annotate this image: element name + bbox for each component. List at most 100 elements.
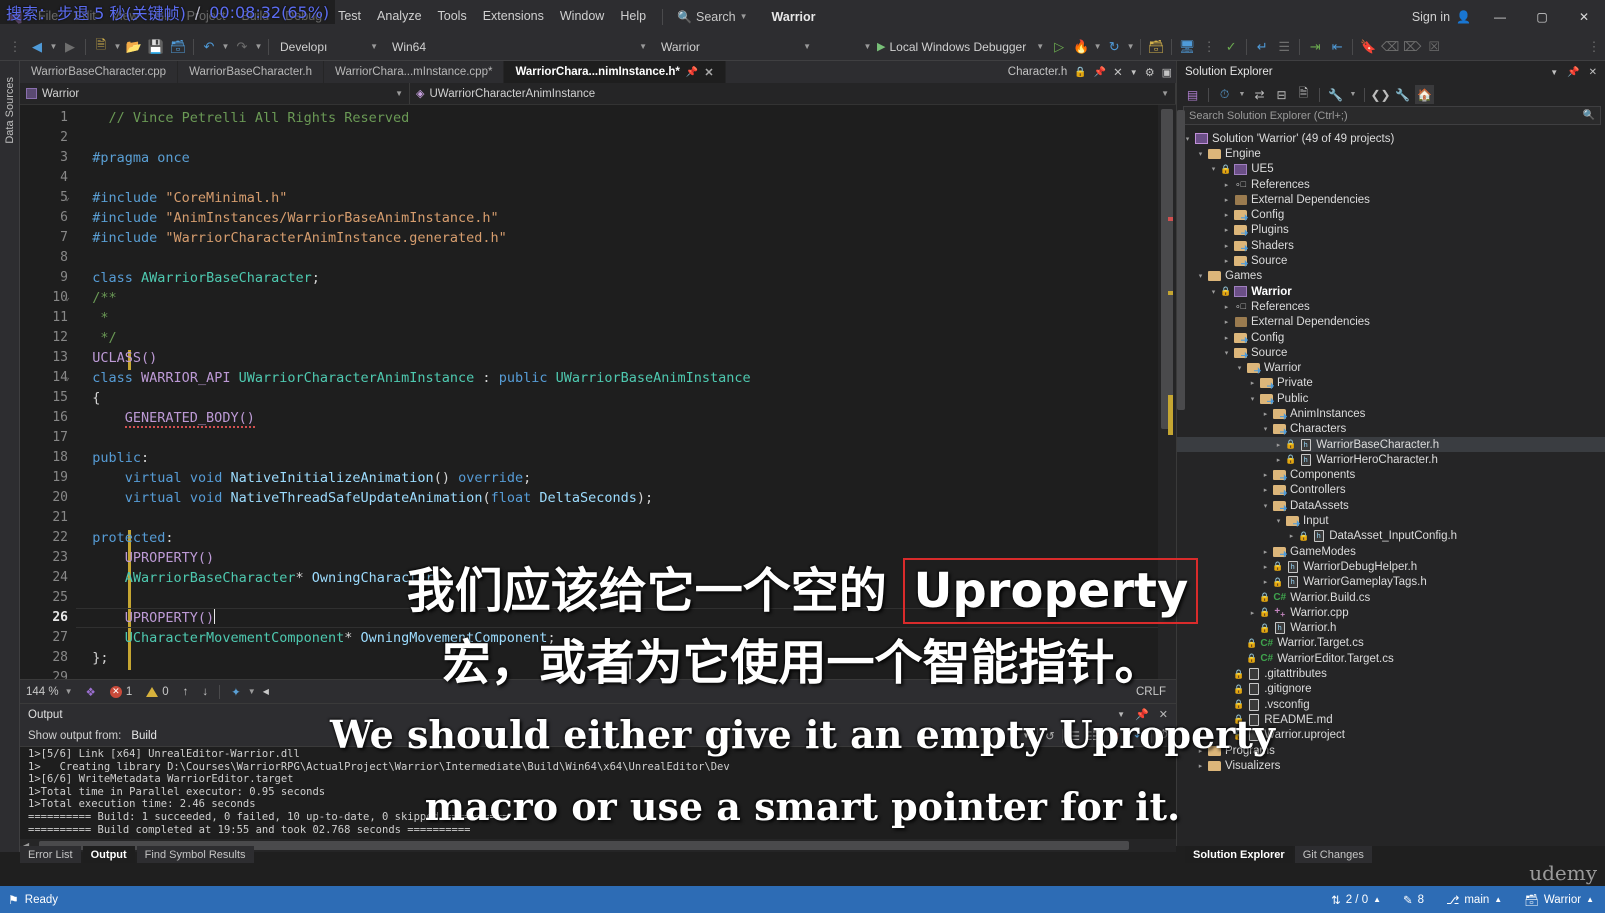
navigate-forward-icon[interactable]: ▶ bbox=[59, 35, 81, 59]
word-wrap-icon[interactable]: ☰ bbox=[1070, 729, 1080, 743]
tree-item[interactable]: ▸ Private bbox=[1177, 376, 1605, 391]
fold-marker[interactable] bbox=[64, 208, 76, 228]
collapse-all-icon[interactable]: ⊟ bbox=[1272, 85, 1291, 104]
fold-marker[interactable] bbox=[64, 148, 76, 168]
no-issues-icon[interactable]: ❖ bbox=[79, 685, 103, 699]
tree-item[interactable]: ▸ 🔒 ++ Warrior.cpp bbox=[1177, 605, 1605, 620]
chevron-right-icon[interactable]: ▸ bbox=[1220, 318, 1233, 326]
restart-icon[interactable]: ↻ bbox=[1103, 35, 1125, 59]
symbol-dropdown[interactable]: ◈ UWarriorCharacterAnimInstance ▼ bbox=[410, 83, 1176, 104]
dock-tab-error-list[interactable]: Error List bbox=[20, 846, 81, 863]
pending-edits[interactable]: ✎ 8 bbox=[1392, 886, 1435, 913]
chevron-down-icon[interactable]: ▼ bbox=[1348, 85, 1358, 104]
fold-marker[interactable] bbox=[64, 388, 76, 408]
line-ending-indicator[interactable]: CRLF bbox=[1136, 686, 1176, 698]
project-dropdown[interactable]: Warrior ▼ bbox=[20, 83, 410, 104]
restart-chevron-icon[interactable]: ▼ bbox=[1125, 42, 1136, 51]
close-icon[interactable]: ✕ bbox=[704, 66, 713, 79]
tree-item[interactable]: ▾ DataAssets bbox=[1177, 498, 1605, 513]
menu-item-analyze[interactable]: Analyze bbox=[369, 0, 429, 33]
start-without-debugging-icon[interactable]: ▷ bbox=[1048, 35, 1070, 59]
scrollbar-thumb[interactable] bbox=[1177, 110, 1185, 410]
history-icon[interactable]: ⏱ bbox=[1159, 729, 1168, 742]
view-code-icon[interactable]: ❮❯ bbox=[1370, 85, 1390, 104]
solution-platform-dropdown[interactable]: Win64 ▼ bbox=[387, 36, 652, 57]
tree-item[interactable]: 🔒 C# Warrior.Target.cs bbox=[1177, 636, 1605, 651]
bookmark-icon[interactable]: 🔖 bbox=[1357, 35, 1379, 59]
close-icon[interactable]: ✕ bbox=[1159, 708, 1168, 721]
fold-marker[interactable] bbox=[64, 648, 76, 668]
fold-marker[interactable] bbox=[64, 408, 76, 428]
fold-marker[interactable] bbox=[64, 268, 76, 288]
select-element-icon[interactable]: 🖥 bbox=[1176, 35, 1198, 59]
menu-item-help[interactable]: Help bbox=[612, 0, 654, 33]
indent-icon[interactable]: ⇥ bbox=[1304, 35, 1326, 59]
dock-tab-output[interactable]: Output bbox=[82, 846, 135, 863]
navigate-backward-icon[interactable]: ◀ bbox=[26, 35, 48, 59]
git-branch[interactable]: ⎇ main ▲ bbox=[1435, 886, 1513, 913]
pin-icon[interactable]: 📌 bbox=[1567, 67, 1579, 78]
toolbar-overflow-chevron-icon[interactable]: ▼ bbox=[862, 42, 873, 51]
solution-explorer-search-input[interactable]: Search Solution Explorer (Ctrl+;) 🔍 bbox=[1183, 106, 1601, 125]
menu-item-extensions[interactable]: Extensions bbox=[475, 0, 552, 33]
fold-marker[interactable] bbox=[64, 128, 76, 148]
show-output-from-value[interactable]: Build bbox=[127, 730, 157, 742]
menu-item-tools[interactable]: Tools bbox=[430, 0, 475, 33]
chevron-down-icon[interactable]: ▾ bbox=[1259, 425, 1272, 433]
tree-item[interactable]: ▸ GameModes bbox=[1177, 544, 1605, 559]
tree-item[interactable]: ▸ Source bbox=[1177, 253, 1605, 268]
tree-item[interactable]: ▸🔒 DataAsset_InputConfig.h bbox=[1177, 529, 1605, 544]
tree-item[interactable]: ▾ Warrior bbox=[1177, 360, 1605, 375]
tree-item[interactable]: ▸🔒 WarriorHeroCharacter.h bbox=[1177, 452, 1605, 467]
tree-item[interactable]: 🔒 .gitattributes bbox=[1177, 666, 1605, 681]
chevron-down-icon[interactable]: ▼ bbox=[65, 687, 79, 696]
close-icon[interactable]: ✕ bbox=[1589, 67, 1597, 78]
fold-marker[interactable] bbox=[64, 108, 76, 128]
output-text[interactable]: 1>[5/6] Link [x64] UnrealEditor-Warrior.… bbox=[20, 747, 1176, 835]
tree-item[interactable]: ▾ Source bbox=[1177, 345, 1605, 360]
chevron-right-icon[interactable]: ▸ bbox=[1259, 410, 1272, 418]
chevron-right-icon[interactable]: ▸ bbox=[1220, 257, 1233, 265]
solution-explorer-tree[interactable]: ▾ Solution 'Warrior' (49 of 49 projects) ▾… bbox=[1177, 131, 1605, 845]
outdent-icon[interactable]: ⇤ bbox=[1326, 35, 1348, 59]
tree-item[interactable]: 🔒 .vsconfig bbox=[1177, 697, 1605, 712]
editor-tab[interactable]: WarriorChara...nimInstance.h* 📌 ✕ bbox=[504, 61, 726, 83]
chevron-right-icon[interactable]: ▸ bbox=[1194, 762, 1207, 770]
chevron-right-icon[interactable]: ▸ bbox=[1246, 379, 1259, 387]
fold-marker[interactable] bbox=[64, 428, 76, 448]
start-debugging-button[interactable]: ▶ Local Windows Debugger ▼ bbox=[873, 40, 1048, 54]
sign-in-button[interactable]: Sign in 👤 bbox=[1404, 10, 1479, 24]
chevron-down-icon[interactable]: ▼ bbox=[1130, 68, 1138, 77]
fold-marker[interactable] bbox=[64, 248, 76, 268]
search-input[interactable]: 🔍 Search ▼ bbox=[671, 6, 753, 28]
pin-icon[interactable]: 📌 bbox=[686, 67, 698, 78]
undo-icon[interactable]: ↶ bbox=[198, 35, 220, 59]
fold-marker[interactable] bbox=[64, 508, 76, 528]
tree-item[interactable]: ▸ Shaders bbox=[1177, 238, 1605, 253]
chevron-down-icon[interactable]: ▼ bbox=[1022, 731, 1030, 740]
new-project-chevron-icon[interactable]: ▼ bbox=[112, 42, 123, 51]
step-into-icon[interactable]: ↵ bbox=[1251, 35, 1273, 59]
tree-item[interactable]: 🔒 C# Warrior.Build.cs bbox=[1177, 590, 1605, 605]
chevron-right-icon[interactable]: ▸ bbox=[1220, 211, 1233, 219]
chevron-down-icon[interactable]: ▾ bbox=[1272, 517, 1285, 525]
fold-marker[interactable] bbox=[64, 448, 76, 468]
chevron-right-icon[interactable]: ▸ bbox=[1272, 456, 1285, 464]
chevron-right-icon[interactable]: ▸ bbox=[1220, 242, 1233, 250]
tree-item[interactable]: ▸ Components bbox=[1177, 468, 1605, 483]
fold-marker[interactable] bbox=[64, 568, 76, 588]
tree-item[interactable]: 🔒 Warrior.h bbox=[1177, 621, 1605, 636]
tree-item[interactable]: ▾ Solution 'Warrior' (49 of 49 projects) bbox=[1177, 131, 1605, 146]
tree-item[interactable]: 🔒 .gitignore bbox=[1177, 682, 1605, 697]
tree-item[interactable]: 🔒 Warrior.uproject bbox=[1177, 728, 1605, 743]
quick-actions-icon[interactable]: ✦ bbox=[224, 685, 248, 699]
startup-project-dropdown[interactable]: Warrior ▼ bbox=[656, 36, 816, 57]
editor-vertical-scrollbar[interactable] bbox=[1158, 105, 1176, 680]
fold-marker[interactable] bbox=[64, 528, 76, 548]
dock-tab-solution-explorer[interactable]: Solution Explorer bbox=[1185, 846, 1293, 863]
chevron-right-icon[interactable]: ▸ bbox=[1259, 578, 1272, 586]
live-share-icon[interactable]: 🗃 bbox=[1145, 35, 1167, 59]
previous-issue-button[interactable]: ↑ bbox=[176, 686, 196, 698]
source-control-changes[interactable]: ⇅ 2 / 0 ▲ bbox=[1320, 886, 1392, 913]
properties-icon[interactable]: 🔧 bbox=[1326, 85, 1345, 104]
